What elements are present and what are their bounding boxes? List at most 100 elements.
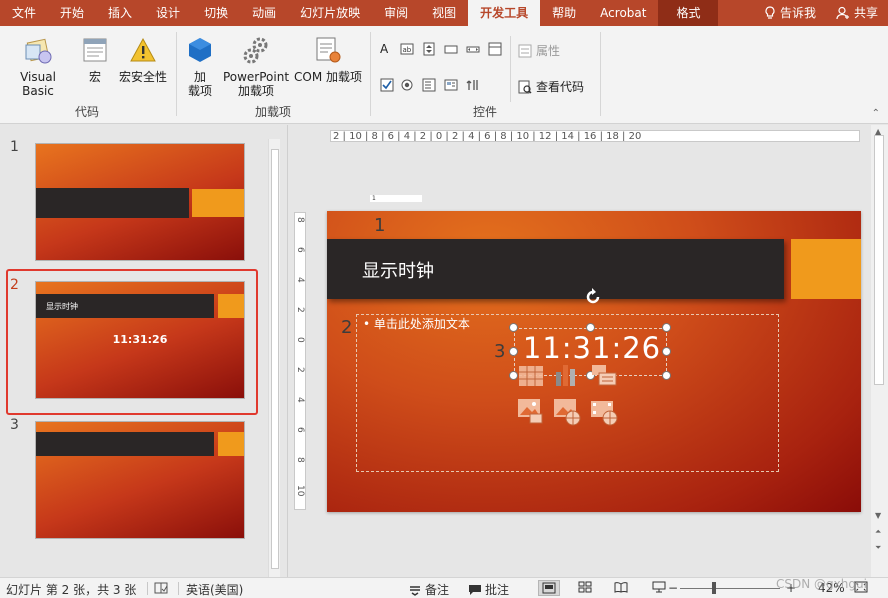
slideshow-button[interactable] [652,581,666,593]
view-code-button[interactable]: 查看代码 [518,78,584,95]
status-divider [147,582,148,595]
ruler-tick-label: 6 [295,247,305,253]
accent-block [791,239,861,299]
slide-thumbnail-1[interactable] [35,143,245,261]
tab-acrobat[interactable]: Acrobat [588,0,658,26]
editor-scrollbar[interactable]: ▲ ▼ ⏶ ⏷ [871,125,888,577]
reading-view-button[interactable] [614,581,628,593]
macro-security-button[interactable]: 宏安全性 [116,34,170,84]
share-button[interactable]: 共享 [826,0,888,26]
macro-label: 宏 [88,70,101,84]
resize-handle[interactable] [662,323,671,332]
spellcheck-icon[interactable] [154,581,168,595]
insert-picture-icon[interactable] [516,396,544,424]
tab-developer[interactable]: 开发工具 [468,0,541,26]
image-control-icon[interactable] [444,78,458,92]
ribbon: Visual Basic 宏 宏安全性 代码 加 载项 PowerPoint 加… [0,26,888,124]
code-group: Visual Basic 宏 宏安全性 代码 [0,30,174,122]
resize-handle[interactable] [509,347,518,356]
tab-design[interactable]: 设计 [144,0,192,26]
tell-me-label: 告诉我 [779,6,816,20]
small-text-box[interactable]: 1 [370,195,422,202]
tab-transitions[interactable]: 切换 [192,0,240,26]
person-icon [836,6,850,20]
zoom-out-button[interactable]: − [668,581,678,595]
insert-online-picture-icon[interactable] [552,396,582,426]
visual-basic-button[interactable]: Visual Basic [3,34,73,98]
textbox-control-icon[interactable]: ab [400,42,414,56]
current-slide[interactable]: 显示时钟 1 2 • 单击此处添加文本 3 11:31:26 [327,211,861,512]
insert-video-icon[interactable] [589,396,619,426]
thumbnail-scrollbar[interactable] [268,139,280,577]
scrollbar-thumb[interactable] [874,135,884,385]
next-slide-icon[interactable]: ⏷ [875,543,881,553]
com-addins-button[interactable]: COM 加载项 [292,34,364,84]
com-addins-icon [292,34,364,66]
normal-view-button[interactable] [538,580,560,596]
resize-handle[interactable] [662,371,671,380]
tab-slideshow[interactable]: 幻灯片放映 [288,0,372,26]
tab-format[interactable]: 格式 [658,0,719,26]
addins-label-1: 加 [193,70,206,84]
normal-view-icon [542,582,556,594]
collapse-ribbon-icon[interactable]: ⌃ [872,108,880,119]
comments-button[interactable]: 批注 [468,581,509,598]
scroll-down-icon[interactable]: ▼ [875,511,881,520]
slide-title[interactable]: 显示时钟 [362,257,434,283]
slide-thumbnail-2[interactable]: 显示时钟 11:31:26 [35,281,245,399]
insert-table-icon[interactable] [518,365,544,387]
slide-thumbnail-3[interactable] [35,421,245,539]
spin-control-icon[interactable] [422,42,436,56]
tab-insert[interactable]: 插入 [96,0,144,26]
thumb-clock: 11:31:26 [112,333,168,346]
option-control-icon[interactable] [400,78,414,92]
language-indicator[interactable]: 英语(美国) [186,581,243,598]
slide-sorter-icon [578,581,592,593]
tab-strip-control-icon[interactable] [488,42,502,56]
svg-text:ab: ab [403,46,412,54]
thumb-title-bar [36,432,214,456]
scrollbar-control-icon[interactable] [466,42,480,56]
powerpoint-addins-button[interactable]: PowerPoint 加载项 [222,34,290,98]
tab-file[interactable]: 文件 [0,0,48,26]
ruler-tick-label: 0 [295,337,305,343]
notes-button[interactable]: 备注 [408,581,449,598]
vertical-ruler[interactable]: 8 6 4 2 0 2 4 6 8 10 [294,212,306,510]
tell-me-button[interactable]: 告诉我 [754,0,826,26]
addins-button[interactable]: 加 载项 [182,34,218,98]
slide-sorter-button[interactable] [578,581,592,593]
ruler-scale: 2 | 10 | 8 | 6 | 4 | 2 | 0 | 2 | 4 | 6 |… [333,131,642,142]
zoom-slider-thumb[interactable] [712,582,716,594]
properties-button[interactable]: 属性 [518,42,560,59]
notes-label: 备注 [425,583,450,597]
tab-help[interactable]: 帮助 [540,0,588,26]
scrollbar-thumb[interactable] [271,149,279,569]
thumb-title-bar [36,188,189,218]
tab-review[interactable]: 审阅 [372,0,420,26]
zoom-slider[interactable] [680,588,780,589]
tab-spacer [718,0,753,26]
tab-view[interactable]: 视图 [420,0,468,26]
horizontal-ruler[interactable]: 2 | 10 | 8 | 6 | 4 | 2 | 0 | 2 | 4 | 6 |… [330,130,860,142]
previous-slide-icon[interactable]: ⏶ [875,527,881,537]
more-controls-icon[interactable] [466,78,480,92]
macro-button[interactable]: 宏 [80,34,110,84]
gears-icon [222,34,290,66]
listbox-control-icon[interactable] [422,78,436,92]
resize-handle[interactable] [662,347,671,356]
rotate-handle-icon[interactable] [583,287,603,307]
checkbox-control-icon[interactable] [380,78,394,92]
insert-smartart-icon[interactable] [591,363,617,387]
tab-animations[interactable]: 动画 [240,0,288,26]
resize-handle[interactable] [509,371,518,380]
controls-inner-divider [510,36,511,102]
insert-chart-icon[interactable] [553,362,579,388]
tab-home[interactable]: 开始 [48,0,96,26]
resize-handle[interactable] [586,323,595,332]
resize-handle[interactable] [509,323,518,332]
addins-group-label: 加载项 [254,105,291,119]
macro-security-label: 宏安全性 [118,70,167,84]
thumb-accent [218,294,244,318]
label-control-icon[interactable]: A [380,42,394,56]
button-control-icon[interactable] [444,42,458,56]
